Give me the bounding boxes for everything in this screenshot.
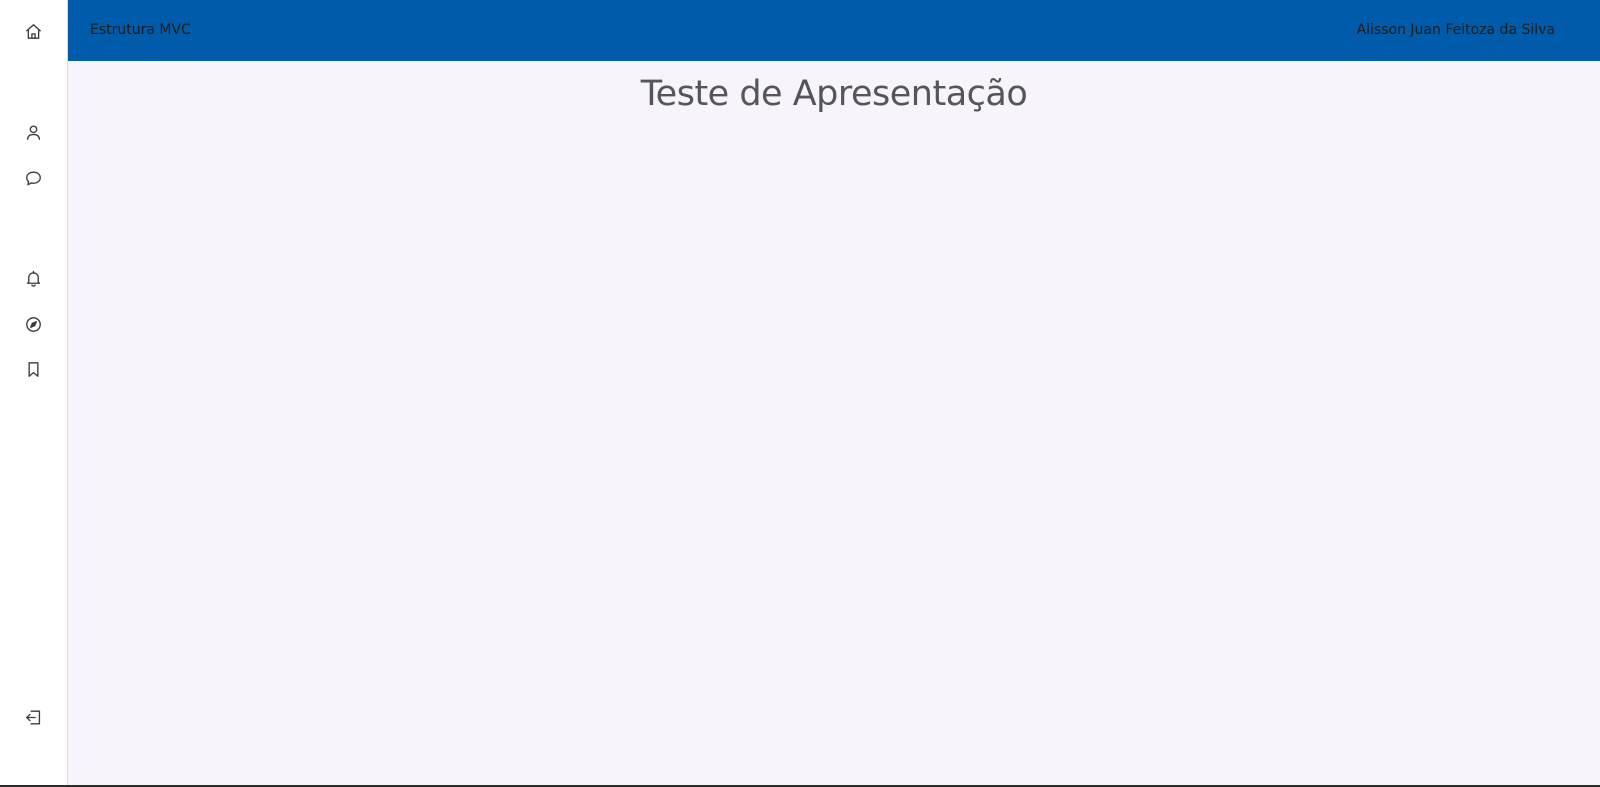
sidebar-item-messages[interactable] <box>22 167 44 189</box>
sidebar-item-logout[interactable] <box>22 706 44 728</box>
sidebar-item-notifications[interactable] <box>22 267 44 289</box>
sidebar-item-home[interactable] <box>22 20 44 42</box>
logout-icon <box>25 709 40 725</box>
sidebar-item-user[interactable] <box>22 121 44 143</box>
bookmark-icon <box>27 361 39 377</box>
page-title: Teste de Apresentação <box>640 74 1028 114</box>
sidebar-item-saved[interactable] <box>22 358 44 380</box>
chat-bubble-icon <box>25 170 41 186</box>
bell-icon <box>26 270 40 287</box>
user-name-link[interactable]: Alisson Juan Feitoza da Silva <box>1357 22 1555 38</box>
app-window: Estrutura MVC Alisson Juan Feitoza da Si… <box>0 0 1600 787</box>
user-icon <box>26 124 40 140</box>
top-navbar: Estrutura MVC Alisson Juan Feitoza da Si… <box>68 0 1600 61</box>
sidebar <box>0 0 68 787</box>
compass-icon <box>25 316 41 332</box>
brand-link[interactable]: Estrutura MVC <box>90 22 191 38</box>
home-icon <box>25 23 41 39</box>
sidebar-item-explore[interactable] <box>22 313 44 335</box>
main-content: Teste de Apresentação <box>68 61 1600 787</box>
